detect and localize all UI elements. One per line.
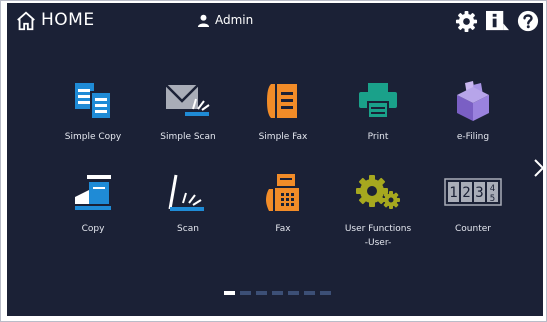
e-filing-icon	[457, 81, 489, 121]
page-dot[interactable]	[320, 291, 331, 295]
app-label: e-Filing	[456, 132, 490, 142]
home-title[interactable]: HOME	[41, 10, 95, 30]
gear-icon[interactable]	[455, 10, 478, 33]
home-screen: HOME Admin Simple Copy Simple Scan Simpl…	[7, 3, 543, 316]
app-label: Simple Fax	[258, 132, 308, 142]
app-copy[interactable]: Copy	[48, 171, 138, 236]
app-label: Print	[367, 132, 389, 142]
printer-icon	[359, 83, 397, 119]
user-icon	[197, 14, 210, 27]
page-dot[interactable]	[272, 291, 283, 295]
app-simple-fax[interactable]: Simple Fax	[238, 79, 328, 144]
page-dot[interactable]	[224, 291, 235, 295]
svg-text:5: 5	[490, 194, 495, 204]
page-dot[interactable]	[304, 291, 315, 295]
help-icon[interactable]	[517, 10, 539, 32]
home-icon[interactable]	[15, 10, 37, 32]
app-sublabel: -User-	[364, 238, 392, 248]
svg-text:3: 3	[475, 185, 483, 201]
page-indicator[interactable]	[224, 291, 331, 295]
app-simple-scan[interactable]: Simple Scan	[143, 79, 233, 144]
app-scan[interactable]: Scan	[143, 171, 233, 236]
app-label: Copy	[81, 224, 105, 234]
svg-text:4: 4	[490, 184, 495, 194]
top-bar: HOME Admin	[7, 3, 543, 39]
app-label: Scan	[177, 224, 199, 234]
copier-icon	[75, 175, 111, 210]
user-functions-icon	[356, 175, 400, 209]
app-label: User Functions	[344, 224, 412, 234]
page-dot[interactable]	[256, 291, 267, 295]
simple-fax-icon	[267, 84, 297, 118]
page-dot[interactable]	[288, 291, 299, 295]
counter-icon: 1 2 3 4 5	[444, 178, 502, 206]
svg-text:2: 2	[462, 185, 470, 201]
page-dot[interactable]	[240, 291, 251, 295]
svg-text:1: 1	[449, 185, 457, 201]
app-e-filing[interactable]: e-Filing	[428, 79, 518, 144]
app-counter[interactable]: 1 2 3 4 5 Counter	[428, 171, 518, 236]
app-fax[interactable]: Fax	[238, 171, 328, 236]
app-label: Counter	[455, 224, 491, 234]
app-label: Simple Copy	[64, 132, 122, 142]
next-page-arrow-icon[interactable]	[532, 157, 543, 179]
app-label: Simple Scan	[160, 132, 216, 142]
info-icon[interactable]	[485, 10, 510, 33]
app-print[interactable]: Print	[333, 79, 423, 144]
device-frame: HOME Admin Simple Copy Simple Scan Simpl…	[0, 0, 547, 322]
simple-copy-icon	[75, 83, 110, 118]
fax-icon	[266, 174, 299, 211]
app-label: Fax	[275, 224, 291, 234]
user-indicator[interactable]: Admin	[197, 13, 253, 27]
scanner-icon	[168, 174, 204, 211]
app-user-functions[interactable]: User Functions -User-	[333, 171, 423, 250]
user-name: Admin	[215, 13, 254, 27]
app-simple-copy[interactable]: Simple Copy	[48, 79, 138, 144]
simple-scan-icon	[165, 84, 210, 116]
